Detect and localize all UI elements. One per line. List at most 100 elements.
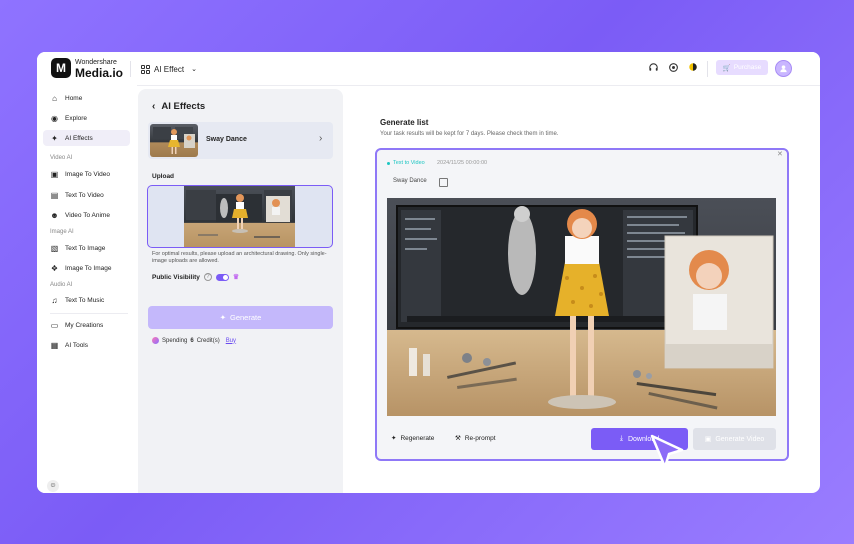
sidebar-item-text-to-image[interactable]: ▧ Text To Image	[43, 240, 130, 256]
sidebar-item-label: Text To Music	[65, 296, 105, 304]
purchase-label: Purchase	[733, 64, 762, 71]
copy-icon[interactable]	[439, 178, 448, 187]
sidebar-item-label: AI Effects	[65, 134, 93, 142]
ai-effect-menu[interactable]: AI Effect ⌄	[141, 61, 197, 77]
sparkle-icon: ✦	[51, 133, 58, 143]
sidebar-item-text-to-music[interactable]: ♫ Text To Music	[43, 292, 130, 308]
generate-video-button[interactable]: ▣ Generate Video	[693, 428, 776, 450]
sparkle-icon: ✦	[219, 313, 226, 322]
regenerate-button[interactable]: ✦ Regenerate	[391, 434, 435, 443]
result-actions: ✦ Regenerate ⚒ Re-prompt ⤓ Download ▣ Ge…	[377, 424, 787, 454]
generate-video-label: Generate Video	[715, 435, 765, 443]
divider	[50, 313, 128, 314]
visibility-row: Public Visibility ? ♛	[152, 273, 239, 281]
grid-icon	[141, 64, 150, 74]
brand-logo-icon[interactable]: M	[51, 58, 71, 78]
visibility-label: Public Visibility	[152, 273, 200, 281]
sidebar-item-label: Home	[65, 94, 83, 102]
uploaded-image	[184, 186, 295, 247]
effect-name: Sway Dance	[206, 136, 247, 143]
status-dot	[387, 161, 390, 165]
reprompt-button[interactable]: ⚒ Re-prompt	[455, 434, 496, 443]
music-icon: ♫	[51, 295, 58, 305]
generate-list-subtitle: Your task results will be kept for 7 day…	[380, 131, 559, 137]
video-icon: ▣	[704, 436, 712, 443]
sidebar-item-ai-tools[interactable]: ▦ AI Tools	[43, 337, 130, 353]
upload-dropzone[interactable]	[147, 185, 333, 248]
generate-list-title: Generate list	[380, 118, 429, 127]
sidebar-item-ai-effects[interactable]: ✦ AI Effects	[43, 130, 130, 146]
reprompt-label: Re-prompt	[464, 434, 496, 442]
result-type-label: Text to Video	[393, 160, 425, 166]
sidebar-item-label: My Creations	[65, 321, 104, 329]
help-icon[interactable]: ?	[203, 273, 212, 281]
generate-label: Generate	[230, 313, 262, 322]
spending-amount: 6	[190, 337, 194, 344]
sidebar-item-label: Text To Video	[65, 191, 104, 199]
effect-thumbnail	[150, 124, 198, 157]
tools-icon: ▦	[50, 340, 59, 350]
theme-toggle-icon[interactable]	[687, 62, 699, 74]
sidebar-item-label: AI Tools	[65, 341, 89, 349]
generate-button[interactable]: ✦ Generate	[148, 306, 333, 329]
sidebar-item-home[interactable]: ⌂ Home	[43, 90, 130, 106]
upload-hint: For optimal results, please upload an ar…	[152, 251, 327, 264]
folder-icon: ▭	[50, 320, 59, 330]
brand-top: Wondershare	[75, 59, 117, 66]
settings-icon[interactable]	[667, 62, 679, 74]
sidebar-item-explore[interactable]: ◉ Explore	[43, 110, 130, 126]
sidebar-item-label: Video To Anime	[65, 211, 110, 219]
panel-title-text: AI Effects	[161, 101, 206, 112]
crown-icon: ♛	[232, 274, 240, 281]
image-video-icon: ▣	[50, 169, 59, 179]
download-icon: ⤓	[619, 435, 623, 442]
effect-selector[interactable]: Sway Dance ›	[148, 122, 333, 159]
sidebar-item-label: Explore	[65, 114, 88, 122]
top-bar: M Wondershare Media.io AI Effect ⌄ 🛒 Pur…	[37, 52, 820, 86]
result-card: ✕ Text to Video 2024/11/25 00:00:00 Sway…	[375, 148, 789, 461]
upload-label: Upload	[152, 173, 175, 180]
sidebar-item-image-to-video[interactable]: ▣ Image To Video	[43, 166, 130, 182]
regenerate-label: Regenerate	[400, 434, 435, 442]
headset-icon[interactable]	[647, 62, 659, 74]
text-video-icon: ▤	[50, 190, 59, 200]
sidebar-item-label: Image To Video	[65, 170, 110, 178]
result-preview[interactable]	[387, 198, 776, 416]
close-icon[interactable]: ✕	[777, 150, 783, 158]
result-date: 2024/11/25 00:00:00	[437, 160, 488, 166]
sidebar-item-my-creations[interactable]: ▭ My Creations	[43, 317, 130, 333]
ai-effect-menu-label: AI Effect	[154, 64, 185, 74]
sidebar-item-image-to-image[interactable]: ❖ Image To Image	[43, 260, 130, 276]
visibility-toggle[interactable]	[215, 273, 229, 281]
divider	[707, 61, 708, 77]
panel-title: ‹ AI Effects	[152, 101, 205, 112]
credit-icon	[152, 337, 159, 344]
effect-panel: ‹ AI Effects Sway Dance › Upload For opt…	[138, 89, 343, 493]
spending-prefix: Spending	[162, 337, 188, 344]
purchase-button[interactable]: 🛒 Purchase	[716, 60, 768, 75]
section-label-image-ai: Image AI	[50, 229, 74, 235]
back-arrow-icon[interactable]: ‹	[152, 101, 155, 112]
avatar[interactable]	[775, 60, 792, 77]
magic-wand-icon: ⚒	[455, 435, 461, 442]
sidebar: ⌂ Home ◉ Explore ✦ AI Effects Video AI ▣…	[37, 85, 137, 493]
section-label-video-ai: Video AI	[50, 155, 73, 161]
result-name: Sway Dance	[393, 178, 427, 184]
sidebar-item-text-to-video[interactable]: ▤ Text To Video	[43, 187, 130, 203]
sidebar-item-label: Image To Image	[65, 264, 112, 272]
buy-link[interactable]: Buy	[226, 338, 236, 344]
home-icon: ⌂	[52, 93, 57, 103]
spending-suffix: Credit(s)	[196, 337, 220, 344]
sidebar-item-label: Text To Image	[65, 244, 106, 252]
brand-main[interactable]: Media.io	[75, 66, 123, 80]
cart-icon: 🛒	[722, 64, 731, 72]
sparkle-icon: ✦	[391, 435, 397, 442]
chevron-right-icon: ›	[319, 133, 323, 144]
anime-icon: ☻	[50, 210, 59, 220]
image-image-icon: ❖	[50, 263, 59, 273]
cursor-pointer-icon	[650, 434, 684, 469]
sidebar-item-video-to-anime[interactable]: ☻ Video To Anime	[43, 207, 130, 223]
app-window: M Wondershare Media.io AI Effect ⌄ 🛒 Pur…	[37, 52, 820, 493]
robot-icon[interactable]: ☺	[47, 480, 59, 492]
spending-info: Spending 6 Credit(s) Buy	[152, 337, 236, 344]
